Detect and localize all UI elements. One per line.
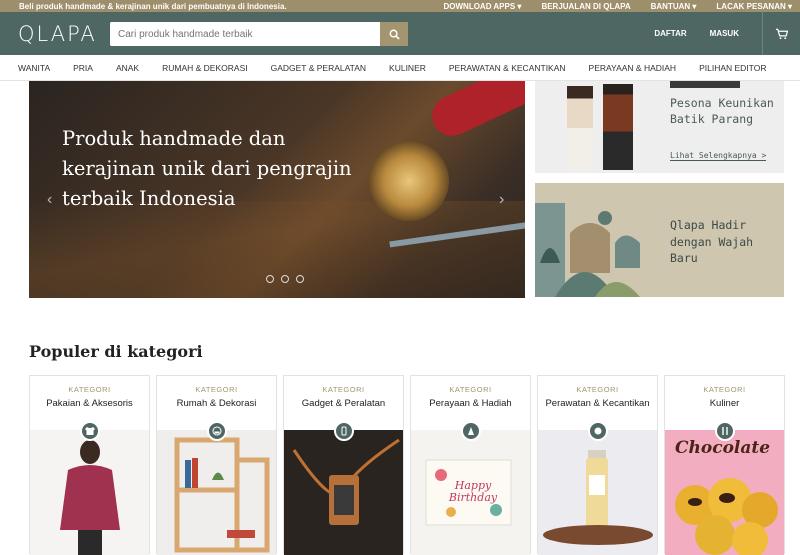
phone-icon [333, 421, 354, 441]
carousel-dot[interactable] [296, 275, 304, 283]
nav-item-pria[interactable]: PRIA [73, 63, 93, 73]
category-image [30, 430, 149, 555]
top-links: DOWNLOAD APPS ▾ BERJUALAN DI QLAPA BANTU… [423, 2, 792, 11]
hero-background [29, 201, 525, 298]
popular-section-title: Populer di kategori [29, 342, 203, 361]
top-bar: Beli produk handmade & kerajinan unik da… [0, 0, 800, 12]
banner-batik-link[interactable]: Lihat Selengkapnya > [670, 151, 767, 161]
category-kicker: KATEGORI [68, 385, 111, 394]
carousel-dot[interactable] [281, 275, 289, 283]
nav-item-perayaan[interactable]: PERAYAAN & HADIAH [589, 63, 677, 73]
search-input[interactable] [110, 22, 380, 46]
banner-batik-title: Pesona Keunikan Batik Parang [670, 96, 774, 126]
promo-banner-new-look[interactable]: Qlapa Hadir dengan Wajah Baru [535, 183, 784, 297]
hero-pliers-image [425, 81, 525, 143]
category-card-pakaian[interactable]: KATEGORI Pakaian & Aksesoris [29, 375, 150, 555]
cart-icon [775, 28, 788, 39]
cart-button[interactable] [762, 12, 800, 55]
category-card-perayaan[interactable]: KATEGORI Perayaan & Hadiah Happy Birthda… [410, 375, 531, 555]
nav-item-wanita[interactable]: WANITA [18, 63, 50, 73]
category-image: Happy Birthday [411, 430, 530, 555]
carousel-next-icon[interactable]: › [499, 191, 504, 209]
model-man-image [603, 84, 633, 170]
account-links: DAFTAR MASUK [654, 12, 800, 55]
category-name: Perayaan & Hadiah [429, 398, 512, 409]
cake-icon [460, 421, 481, 441]
login-link[interactable]: MASUK [710, 29, 739, 38]
track-order-link[interactable]: LACAK PESANAN ▾ [716, 2, 792, 11]
nav-item-pilihan-editor[interactable]: PILIHAN EDITOR [699, 63, 766, 73]
category-kicker: KATEGORI [703, 385, 746, 394]
promo-banner-batik[interactable]: Pesona Keunikan Batik Parang Lihat Selen… [535, 81, 784, 173]
tagline: Beli produk handmade & kerajinan unik da… [19, 1, 287, 11]
category-name: Rumah & Dekorasi [176, 398, 257, 409]
logo[interactable]: QLAPA [18, 22, 110, 46]
banner-bar [670, 81, 740, 88]
carousel-prev-icon[interactable]: ‹ [47, 191, 52, 209]
category-card-perawatan[interactable]: KATEGORI Perawatan & Kecantikan [537, 375, 658, 555]
hero-headline: Produk handmade dan kerajinan unik dari … [62, 127, 352, 210]
cutlery-icon [714, 421, 735, 441]
category-name: Perawatan & Kecantikan [545, 398, 650, 409]
sell-link[interactable]: BERJUALAN DI QLAPA [541, 2, 630, 11]
nav-item-kuliner[interactable]: KULINER [389, 63, 426, 73]
register-link[interactable]: DAFTAR [654, 29, 686, 38]
category-name: Kuliner [709, 398, 740, 409]
carousel-dot[interactable] [266, 275, 274, 283]
category-image [284, 430, 403, 555]
search-button[interactable] [380, 22, 408, 46]
category-cards: KATEGORI Pakaian & Aksesoris KATEGORI Ru… [29, 375, 785, 555]
banner-new-look-title: Qlapa Hadir dengan Wajah Baru [670, 218, 754, 265]
category-kicker: KATEGORI [322, 385, 365, 394]
category-nav: WANITA PRIA ANAK RUMAH & DEKORASI GADGET… [0, 55, 800, 81]
category-card-gadget[interactable]: KATEGORI Gadget & Peralatan [283, 375, 404, 555]
category-card-kuliner[interactable]: KATEGORI Kuliner Chocolate [664, 375, 785, 555]
model-woman-image [567, 86, 593, 170]
search-icon [389, 29, 400, 40]
nav-item-anak[interactable]: ANAK [116, 63, 139, 73]
download-apps-link[interactable]: DOWNLOAD APPS ▾ [443, 2, 521, 11]
category-kicker: KATEGORI [576, 385, 619, 394]
category-image [157, 430, 276, 555]
category-image: Chocolate [665, 430, 784, 555]
chocolate-label: Chocolate [675, 438, 771, 458]
help-link[interactable]: BANTUAN ▾ [651, 2, 697, 11]
home-icon [206, 421, 227, 441]
category-card-rumah[interactable]: KATEGORI Rumah & Dekorasi [156, 375, 277, 555]
pottery-illustration [535, 203, 640, 297]
header: QLAPA DAFTAR MASUK [0, 12, 800, 55]
category-kicker: KATEGORI [449, 385, 492, 394]
category-name: Gadget & Peralatan [301, 398, 386, 409]
birthday-card-text: Happy Birthday [448, 479, 498, 504]
search-box [110, 22, 408, 46]
category-kicker: KATEGORI [195, 385, 238, 394]
carousel-dots [266, 275, 304, 283]
category-name: Pakaian & Aksesoris [46, 398, 133, 409]
nav-item-gadget[interactable]: GADGET & PERALATAN [271, 63, 366, 73]
beauty-icon [587, 421, 608, 441]
nav-item-rumah[interactable]: RUMAH & DEKORASI [162, 63, 248, 73]
shirt-icon [79, 421, 100, 441]
category-image [538, 430, 657, 555]
nav-item-perawatan[interactable]: PERAWATAN & KECANTIKAN [449, 63, 566, 73]
hero-carousel[interactable]: Produk handmade dan kerajinan unik dari … [29, 81, 525, 298]
